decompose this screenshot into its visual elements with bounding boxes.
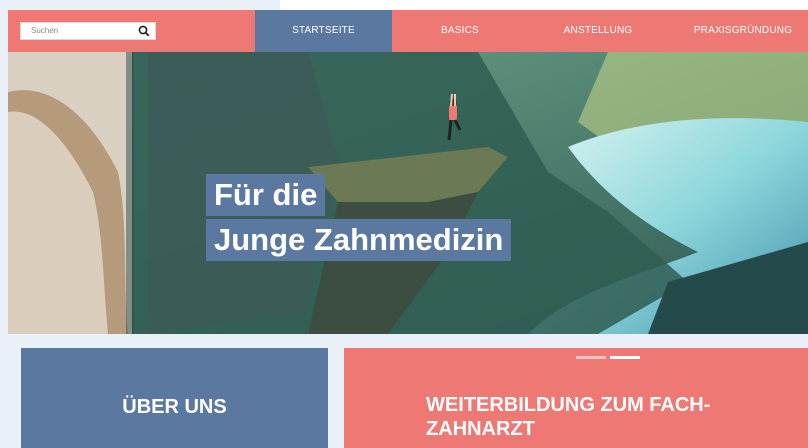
hero-banner: Für die Junge Zahnmedizin: [8, 52, 808, 334]
ueber-uns-title: ÜBER UNS: [122, 396, 227, 418]
ueber-uns-card[interactable]: ÜBER UNS: [21, 348, 328, 448]
slider-dot-2[interactable]: [610, 356, 640, 359]
main-navigation: Suchen STARTSEITE BASICS ANSTELLUNG PRAX…: [8, 10, 808, 52]
nav-item-anstellung[interactable]: ANSTELLUNG: [548, 10, 648, 52]
weiterbildung-card[interactable]: WEITERBILDUNG ZUM FACH- ZAHNARZT: [344, 348, 808, 448]
nav-item-startseite[interactable]: STARTSEITE: [255, 10, 392, 52]
top-strip-white: [280, 0, 808, 10]
hero-image: [8, 52, 808, 334]
nav-item-basics[interactable]: BASICS: [420, 10, 500, 52]
weiterbildung-title-line2: ZAHNARZT: [426, 418, 535, 440]
hero-headline-line2: Junge Zahnmedizin: [206, 219, 512, 261]
nav-item-praxisgruendung[interactable]: PRAXISGRÜNDUNG: [678, 10, 808, 52]
search-box[interactable]: Suchen: [20, 22, 156, 40]
search-icon[interactable]: [137, 24, 151, 38]
slider-dot-1[interactable]: [576, 356, 606, 359]
top-strip: [0, 0, 808, 10]
weiterbildung-title-line1: WEITERBILDUNG ZUM FACH-: [426, 394, 711, 416]
hero-headline-line1: Für die: [206, 174, 326, 216]
search-input[interactable]: Suchen: [31, 26, 58, 35]
